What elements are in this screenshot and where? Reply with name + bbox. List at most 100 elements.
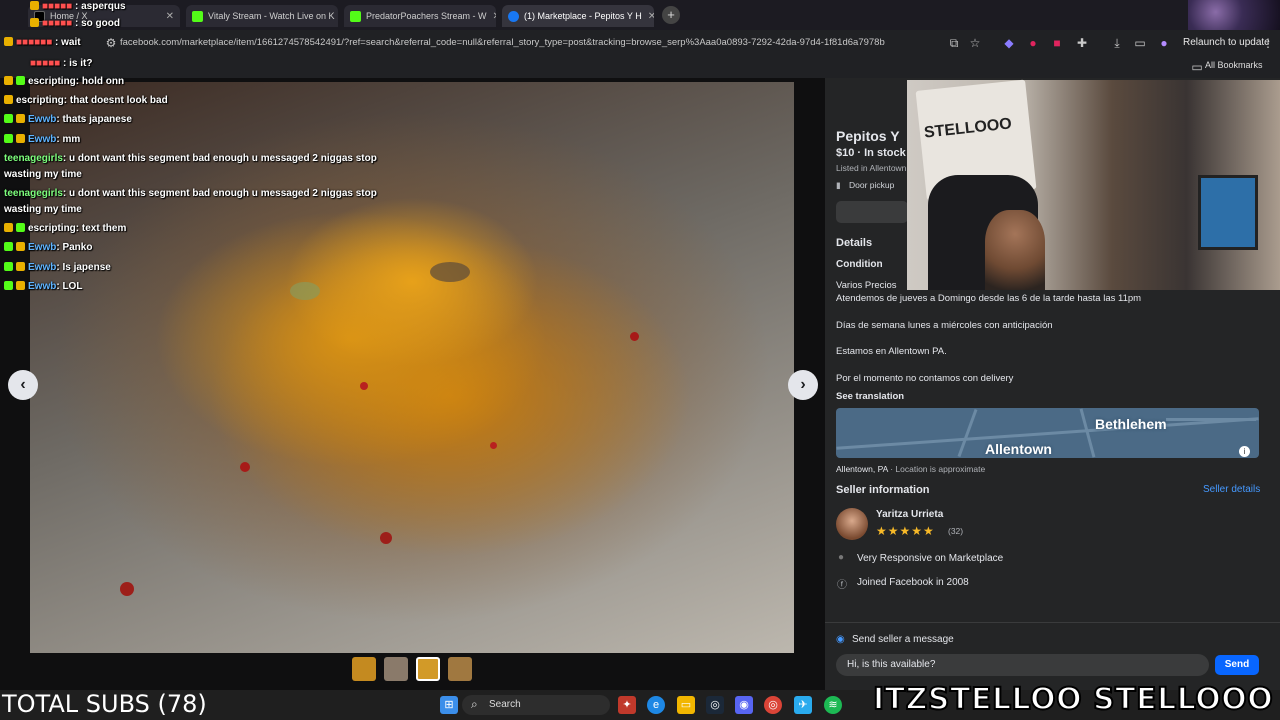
chat-username: Ewwb — [28, 262, 56, 273]
chat-line: teenagegirls: u dont want this segment b… — [4, 187, 377, 201]
send-message-heading: Send seller a message — [852, 634, 954, 645]
chat-message: wasting my time — [4, 169, 82, 180]
chat-badge-icon — [16, 114, 25, 123]
edge-icon[interactable]: e — [647, 696, 665, 714]
chat-message: : text them — [76, 223, 127, 234]
chat-line: Ewwb: mm — [4, 133, 80, 147]
send-button[interactable]: Send — [1215, 655, 1259, 675]
messenger-icon: ◉ — [836, 634, 845, 645]
streamer — [985, 210, 1045, 290]
chat-line: ■■■■■ : asperqus — [30, 0, 126, 14]
seller-details-link[interactable]: Seller details — [1203, 484, 1260, 495]
listing-title: Pepitos Y — [836, 128, 900, 144]
previous-photo-button[interactable]: ‹ — [8, 370, 38, 400]
location-map[interactable]: Bethlehem Allentown i — [836, 408, 1259, 458]
profile-avatar-icon[interactable]: ● — [1157, 36, 1171, 50]
location-note: · Location is approximate — [890, 464, 985, 474]
chat-username: escripting — [16, 95, 64, 106]
listing-price: $10 · In stock — [836, 147, 906, 159]
new-tab-button[interactable]: + — [662, 6, 680, 24]
seller-name[interactable]: Yaritza Urrieta — [876, 509, 943, 520]
photo-thumbnail[interactable] — [352, 657, 376, 681]
tab-label: PredatorPoachers Stream - W — [366, 11, 487, 21]
chat-badge-icon — [16, 223, 25, 232]
file-explorer-icon[interactable]: ▭ — [677, 696, 695, 714]
message-input[interactable]: Hi, is this available? — [836, 654, 1209, 676]
menu-dots-icon[interactable]: ⋮ — [1261, 36, 1275, 50]
extension-icon[interactable]: ● — [1026, 36, 1040, 50]
chat-message: wasting my time — [4, 204, 82, 215]
app-icon[interactable]: ✈ — [794, 696, 812, 714]
listing-photo — [30, 82, 794, 653]
chat-badge-icon — [4, 223, 13, 232]
chat-username: escripting — [28, 223, 76, 234]
extensions-puzzle-icon[interactable]: ✚ — [1075, 36, 1089, 50]
bookmark-star-icon[interactable]: ☆ — [968, 36, 982, 50]
total-subs-overlay: TOTAL SUBS (78) — [2, 689, 207, 719]
download-icon[interactable]: ⤓ — [1110, 36, 1124, 50]
chat-line: escripting: text them — [4, 222, 126, 236]
chat-badge-icon — [4, 281, 13, 290]
discord-icon[interactable]: ◉ — [735, 696, 753, 714]
chrome-icon[interactable]: ◎ — [764, 696, 782, 714]
sidepanel-icon[interactable]: ▭ — [1133, 36, 1147, 50]
chat-line: Ewwb: Is japense — [4, 261, 111, 275]
map-info-icon[interactable]: i — [1239, 446, 1250, 457]
chat-message: : thats japanese — [56, 114, 132, 125]
install-icon[interactable]: ⧉ — [947, 36, 961, 50]
chat-badge-icon — [4, 76, 13, 85]
chat-line: Ewwb: thats japanese — [4, 113, 132, 127]
location-city: Allentown, PA — [836, 464, 888, 474]
close-icon[interactable]: ✕ — [335, 11, 338, 22]
windows-start-icon[interactable]: ⊞ — [440, 696, 458, 714]
taskbar-search[interactable]: Search — [462, 695, 610, 715]
door-icon: ▮ — [836, 180, 841, 191]
photo-thumbnail[interactable] — [384, 657, 408, 681]
chat-badge-icon — [30, 18, 39, 27]
photo-thumbnail[interactable] — [448, 657, 472, 681]
spotify-icon[interactable]: ≋ — [824, 696, 842, 714]
description-line: Días de semana lunes a miércoles con ant… — [836, 320, 1053, 331]
chat-username: teenagegirls — [4, 188, 63, 199]
chat-username: Ewwb — [28, 242, 56, 253]
url-field[interactable]: facebook.com/marketplace/item/1661274578… — [120, 34, 945, 52]
site-info-icon[interactable]: ⚙ — [104, 36, 118, 50]
chat-line: escripting: hold onn — [4, 75, 124, 89]
joined-info: Joined Facebook in 2008 — [857, 577, 969, 588]
app-icon[interactable]: ✦ — [618, 696, 636, 714]
relaunch-button[interactable]: Relaunch to update — [1183, 34, 1270, 52]
extension-icon[interactable]: ◆ — [1002, 36, 1016, 50]
photo-thumbnail[interactable] — [416, 657, 440, 681]
chat-badge-icon — [4, 262, 13, 271]
chat-message: : that doesnt look bad — [64, 95, 168, 106]
facebook-logo-icon — [508, 11, 519, 22]
chat-badge-icon — [16, 76, 25, 85]
chat-badge-icon — [4, 95, 13, 104]
close-icon[interactable]: ✕ — [487, 11, 496, 22]
steam-icon[interactable]: ◎ — [706, 696, 724, 714]
condition-label: Condition — [836, 259, 883, 270]
chat-message: : u dont want this segment bad enough u … — [63, 188, 377, 199]
chat-message: : Is japense — [56, 262, 110, 273]
message-seller-button[interactable] — [836, 201, 908, 223]
chat-message: : Panko — [56, 242, 92, 253]
seller-avatar[interactable] — [836, 508, 868, 540]
chat-line: ■■■■■ : is it? — [30, 57, 92, 71]
see-translation-link[interactable]: See translation — [836, 391, 904, 402]
next-photo-button[interactable]: › — [788, 370, 818, 400]
chat-username: ■■■■■ — [30, 58, 60, 69]
all-bookmarks-button[interactable]: All Bookmarks — [1205, 60, 1263, 70]
close-icon[interactable]: ✕ — [642, 11, 654, 22]
tab-marketplace[interactable]: (1) Marketplace - Pepitos Y H ✕ — [502, 5, 654, 27]
chat-username: escripting — [28, 76, 76, 87]
tab-vitaly-stream[interactable]: Vitaly Stream - Watch Live on K ✕ — [186, 5, 338, 27]
tab-predatorpoachers-stream[interactable]: PredatorPoachers Stream - W ✕ — [344, 5, 496, 27]
chat-line: Ewwb: Panko — [4, 241, 92, 255]
extension-icon[interactable]: ■ — [1050, 36, 1064, 50]
chat-username: Ewwb — [28, 281, 56, 292]
kick-logo-icon — [350, 11, 361, 22]
close-icon[interactable]: ✕ — [160, 11, 174, 22]
chat-badge-icon — [4, 134, 13, 143]
chat-message: : hold onn — [76, 76, 124, 87]
description-line: Por el momento no contamos con delivery — [836, 373, 1013, 384]
